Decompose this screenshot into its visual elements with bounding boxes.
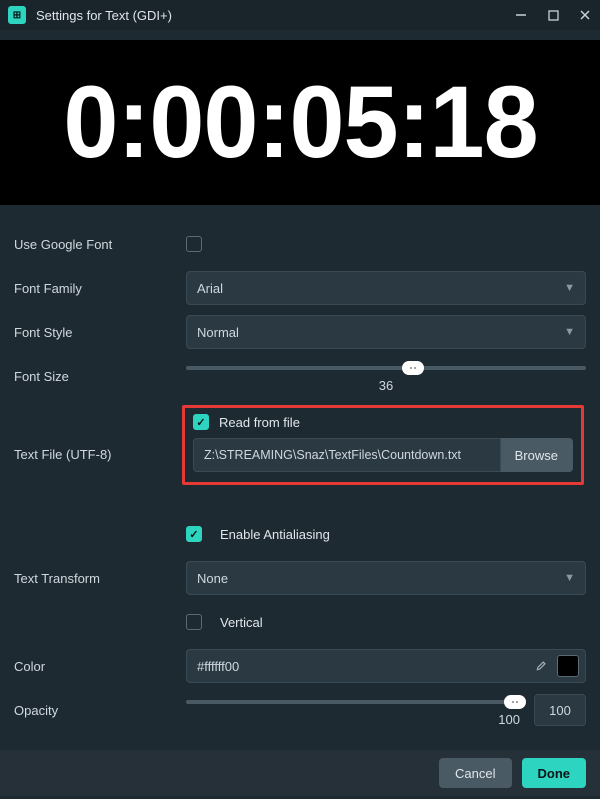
read-from-file-highlight: Read from file Z:\STREAMING\Snaz\TextFil… (182, 405, 584, 485)
text-transform-value: None (197, 571, 228, 586)
antialias-row: Enable Antialiasing (14, 515, 586, 553)
slider-thumb[interactable] (504, 695, 526, 709)
font-style-select[interactable]: Normal ▼ (186, 315, 586, 349)
chevron-down-icon: ▼ (564, 282, 575, 294)
antialias-label: Enable Antialiasing (220, 527, 330, 542)
opacity-slider[interactable]: 100 (186, 694, 526, 727)
window-controls (514, 8, 592, 22)
color-row: Color #ffffff00 (14, 647, 586, 685)
preview-panel: 0:00:05:18 (0, 40, 600, 205)
opacity-row: Opacity 100 100 (14, 691, 586, 729)
cancel-button[interactable]: Cancel (439, 758, 511, 788)
text-file-value: Z:\STREAMING\Snaz\TextFiles\Countdown.tx… (204, 448, 461, 462)
vertical-checkbox[interactable] (186, 614, 202, 630)
done-button[interactable]: Done (522, 758, 587, 788)
slider-thumb[interactable] (402, 361, 424, 375)
use-google-font-checkbox[interactable] (186, 236, 202, 252)
use-google-font-row: Use Google Font (14, 225, 586, 263)
color-swatch[interactable] (557, 655, 579, 677)
maximize-icon[interactable] (546, 8, 560, 22)
text-file-input[interactable]: Z:\STREAMING\Snaz\TextFiles\Countdown.tx… (193, 438, 501, 472)
font-style-value: Normal (197, 325, 239, 340)
read-from-file-label: Read from file (219, 415, 300, 430)
text-transform-label: Text Transform (14, 571, 186, 586)
font-family-label: Font Family (14, 281, 186, 296)
font-family-select[interactable]: Arial ▼ (186, 271, 586, 305)
text-transform-select[interactable]: None ▼ (186, 561, 586, 595)
settings-form: Use Google Font Font Family Arial ▼ Font… (0, 205, 600, 799)
preview-text: 0:00:05:18 (63, 64, 537, 181)
browse-button[interactable]: Browse (501, 438, 573, 472)
font-family-value: Arial (197, 281, 223, 296)
text-transform-row: Text Transform None ▼ (14, 559, 586, 597)
vertical-row: Vertical (14, 603, 586, 641)
font-size-row: Font Size 36 (14, 357, 586, 395)
use-google-font-label: Use Google Font (14, 237, 186, 252)
titlebar: ⊞ Settings for Text (GDI+) (0, 0, 600, 30)
opacity-input[interactable]: 100 (534, 694, 586, 726)
antialias-checkbox[interactable] (186, 526, 202, 542)
font-size-label: Font Size (14, 369, 186, 384)
read-from-file-checkbox[interactable] (193, 414, 209, 430)
font-family-row: Font Family Arial ▼ (14, 269, 586, 307)
dialog-footer: Cancel Done (0, 750, 600, 796)
opacity-label: Opacity (14, 703, 186, 718)
chevron-down-icon: ▼ (564, 326, 575, 338)
app-icon: ⊞ (8, 6, 26, 24)
chevron-down-icon: ▼ (564, 572, 575, 584)
window-title: Settings for Text (GDI+) (36, 8, 514, 23)
eyedropper-icon[interactable] (535, 658, 549, 675)
color-input[interactable]: #ffffff00 (186, 649, 586, 683)
opacity-slider-value: 100 (186, 712, 526, 727)
color-value: #ffffff00 (197, 659, 527, 674)
font-size-value: 36 (186, 378, 586, 393)
close-icon[interactable] (578, 8, 592, 22)
font-size-slider[interactable]: 36 (186, 360, 586, 393)
font-style-label: Font Style (14, 325, 186, 340)
text-file-label: Text File (UTF-8) (14, 447, 186, 462)
vertical-label: Vertical (220, 615, 263, 630)
font-style-row: Font Style Normal ▼ (14, 313, 586, 351)
minimize-icon[interactable] (514, 8, 528, 22)
color-label: Color (14, 659, 186, 674)
